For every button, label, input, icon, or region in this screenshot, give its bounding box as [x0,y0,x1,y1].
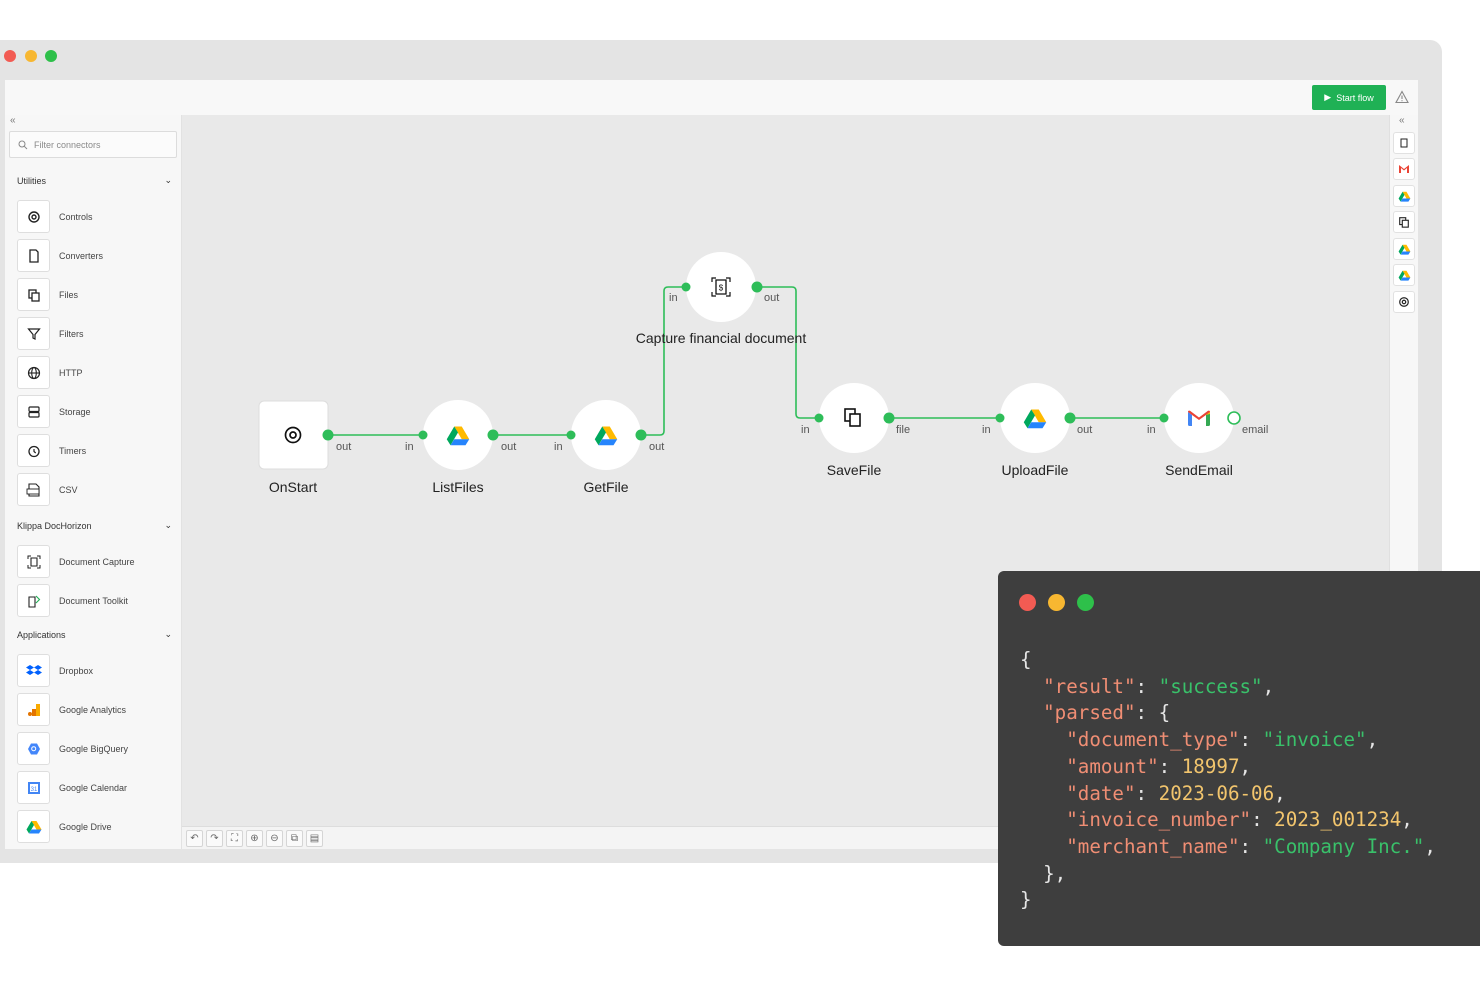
node-listfiles[interactable] [423,400,493,470]
panel-minimize-dot [1048,594,1065,611]
json-number: 18997 [1181,754,1240,778]
port-out[interactable] [487,429,499,441]
node-onstart[interactable] [258,400,329,470]
json-key: "date" [1066,781,1136,805]
node-label-getfile: GetFile [583,479,629,495]
port-label: in [669,292,678,304]
port-label: out [1077,424,1093,436]
port-email[interactable] [1227,411,1241,425]
port-label: in [1147,424,1156,436]
port-in[interactable] [1159,413,1169,423]
json-number: 2023_001234 [1274,808,1402,832]
json-string: "invoice" [1262,728,1367,752]
port-in[interactable] [814,413,824,423]
port-in[interactable] [681,282,691,292]
node-label-uploadfile: UploadFile [1001,462,1069,478]
port-out[interactable] [635,429,647,441]
json-key: "result" [1043,674,1136,698]
port-out[interactable] [1064,412,1076,424]
port-label: email [1242,424,1269,436]
port-label: in [405,441,414,453]
json-code: { "result": "success", "parsed": { "docu… [1020,648,1436,912]
code-brace: } [1020,888,1032,912]
json-key: "merchant_name" [1066,834,1240,858]
node-label-onstart: OnStart [268,479,318,495]
json-output-panel: { "result": "success", "parsed": { "docu… [998,571,1480,946]
json-string: "Company Inc." [1262,834,1425,858]
panel-close-dot [1019,594,1036,611]
code-brace: }, [1043,861,1067,885]
port-label: in [554,441,563,453]
port-label: file [896,424,911,436]
node-label-sendemail: SendEmail [1165,462,1233,478]
json-number: 2023-06-06 [1158,781,1275,805]
json-key: "amount" [1066,754,1159,778]
code-brace: { [1020,648,1032,671]
port-label: in [982,424,991,436]
node-label-listfiles: ListFiles [432,479,484,495]
port-label: in [801,424,810,436]
port-in[interactable] [418,430,428,440]
port-in[interactable] [995,413,1005,423]
node-uploadfile[interactable] [1000,383,1070,453]
port-file[interactable] [883,412,895,424]
node-label-savefile: SaveFile [826,462,882,478]
json-key: "document_type" [1066,728,1240,752]
port-out[interactable] [322,429,334,441]
svg-text:$: $ [719,284,724,293]
panel-maximize-dot [1077,594,1094,611]
json-key: "invoice_number" [1066,808,1252,832]
port-label: out [336,441,352,453]
json-key: "parsed" [1043,701,1136,725]
node-label-capture: Capture financial document [635,330,807,346]
port-label: out [649,441,665,453]
port-out[interactable] [751,281,763,293]
json-string: "success" [1158,674,1263,698]
port-in[interactable] [566,430,576,440]
port-label: out [764,292,780,304]
port-label: out [501,441,517,453]
edge-capture-savefile [757,286,819,419]
node-getfile[interactable] [571,400,641,470]
edge-getfile-capture [641,286,686,436]
